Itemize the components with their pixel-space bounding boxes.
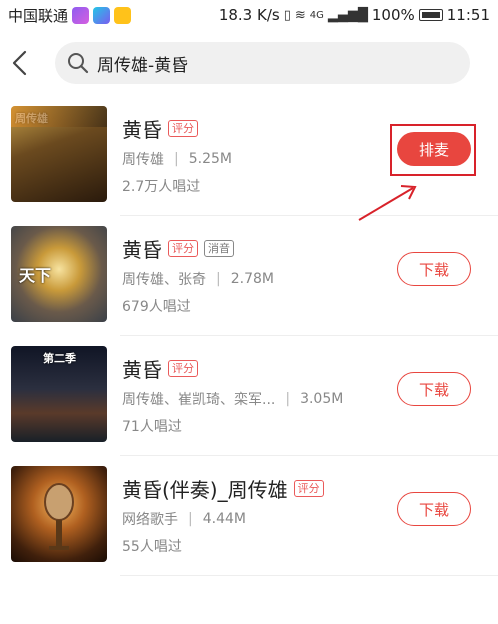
song-artist: 周传雄 [122,152,164,168]
queue-button[interactable]: 排麦 [397,132,471,166]
song-artist: 网络歌手 [122,512,178,528]
download-button[interactable]: 下载 [397,252,471,286]
song-title: 黄昏 [122,238,162,262]
song-title: 黄昏 [122,358,162,382]
signal-type: 4G [309,9,324,21]
cover-text: 第二季 [43,352,76,365]
search-header: 周传雄-黄昏 [0,38,498,88]
battery-percent: 100% [371,6,415,24]
network-speed: 18.3 K/s [218,6,280,24]
song-title: 黄昏 [122,118,162,142]
play-count: 71人唱过 [122,419,182,435]
list-item[interactable]: 天下 黄昏 评分 消音 周传雄、张奇 | 2.78M 679人唱过 下载 [0,216,498,336]
album-cover: 周传雄 [11,106,107,202]
album-cover [11,466,107,562]
search-query: 周传雄-黄昏 [97,55,189,76]
album-cover: 天下 [11,226,107,322]
search-input[interactable]: 周传雄-黄昏 [55,42,470,84]
score-tag: 评分 [168,360,198,377]
song-size: 5.25M [188,151,232,167]
song-artist: 周传雄、崔凯琦、栾军... [122,392,276,408]
microphone-icon [44,483,74,550]
annotation-arrow-icon [358,185,417,221]
app-notification-icon [72,6,90,24]
meta-separator: | [188,511,193,527]
play-count: 2.7万人唱过 [122,179,201,195]
signal-icon: ▂▄▆█ [327,7,368,23]
mute-tag: 消音 [204,240,234,257]
list-item[interactable]: 第二季 黄昏 评分 周传雄、崔凯琦、栾军... | 3.05M 71人唱过 下载 [0,336,498,456]
search-icon [68,53,89,74]
song-artist: 周传雄、张奇 [122,272,206,288]
song-title: 黄昏(伴奏)_周传雄 [122,478,288,502]
meta-separator: | [285,391,291,407]
song-size: 4.44M [202,511,246,527]
cover-text: 天下 [19,266,52,285]
vibrate-icon: ▯ [283,7,291,23]
carrier-label: 中国联通 [8,6,69,25]
back-button[interactable] [8,48,32,78]
divider [120,575,498,576]
score-tag: 评分 [168,240,198,257]
cover-text: 周传雄 [15,112,48,125]
album-cover: 第二季 [11,346,107,442]
meta-separator: | [174,151,179,167]
download-button[interactable]: 下载 [397,492,471,526]
battery-icon [418,9,443,21]
app-notification-icon [114,6,132,24]
app-notification-icon [93,6,111,24]
status-bar: 中国联通 18.3 K/s ▯ ≋ 4G ▂▄▆█ 100% 11:51 [0,0,498,30]
meta-separator: | [216,271,221,287]
wifi-icon: ≋ [294,7,306,23]
song-size: 2.78M [230,271,274,287]
list-item[interactable]: 黄昏(伴奏)_周传雄 评分 网络歌手 | 4.44M 55人唱过 下载 [0,456,498,576]
score-tag: 评分 [168,120,198,137]
song-size: 3.05M [300,391,344,407]
download-button[interactable]: 下载 [397,372,471,406]
clock: 11:51 [446,6,490,24]
play-count: 55人唱过 [122,539,182,555]
song-list: 周传雄 黄昏 评分 周传雄 | 5.25M 2.7万人唱过 排麦 天下 黄昏 评… [0,96,498,576]
chevron-left-icon [12,50,27,76]
play-count: 679人唱过 [122,299,191,315]
score-tag: 评分 [293,480,324,497]
